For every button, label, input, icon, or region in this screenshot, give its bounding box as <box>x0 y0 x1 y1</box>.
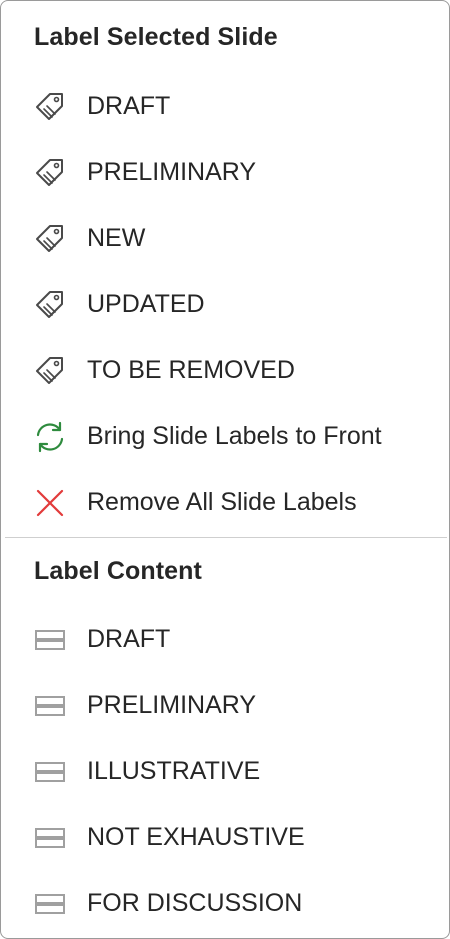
menu-item-label: PRELIMINARY <box>87 157 257 186</box>
content-label-icon <box>33 887 67 921</box>
menu-item-label: DRAFT <box>87 91 171 120</box>
close-icon <box>33 486 67 520</box>
content-label-icon <box>33 755 67 789</box>
menu-item-slide-draft[interactable]: DRAFT <box>5 76 445 136</box>
menu-item-content-not-exhaustive[interactable]: NOT EXHAUSTIVE <box>5 807 445 867</box>
menu-item-bring-labels-to-front[interactable]: Bring Slide Labels to Front <box>5 406 445 466</box>
menu-item-slide-updated[interactable]: UPDATED <box>5 274 445 334</box>
menu-item-slide-preliminary[interactable]: PRELIMINARY <box>5 142 445 202</box>
menu-item-content-for-discussion[interactable]: FOR DISCUSSION <box>5 873 445 933</box>
menu-item-label: TO BE REMOVED <box>87 355 295 384</box>
menu-item-label: Remove All Slide Labels <box>87 487 357 516</box>
menu-item-content-draft[interactable]: DRAFT <box>5 609 445 669</box>
section-divider <box>5 537 447 538</box>
menu-item-label: DRAFT <box>87 624 171 653</box>
menu-item-label: Bring Slide Labels to Front <box>87 421 382 450</box>
content-label-icon <box>33 689 67 723</box>
section-header-label-selected-slide: Label Selected Slide <box>34 23 278 51</box>
tag-icon <box>33 156 67 190</box>
menu-item-remove-all-labels[interactable]: Remove All Slide Labels <box>5 472 445 532</box>
content-label-icon <box>33 623 67 657</box>
menu-item-label: NEW <box>87 223 146 252</box>
menu-item-content-illustrative[interactable]: ILLUSTRATIVE <box>5 741 445 801</box>
menu-item-label: FOR DISCUSSION <box>87 888 303 917</box>
menu-item-label: NOT EXHAUSTIVE <box>87 822 305 851</box>
tag-icon <box>33 222 67 256</box>
menu-item-slide-to-be-removed[interactable]: TO BE REMOVED <box>5 340 445 400</box>
menu-item-slide-new[interactable]: NEW <box>5 208 445 268</box>
tag-icon <box>33 288 67 322</box>
menu-item-content-preliminary[interactable]: PRELIMINARY <box>5 675 445 735</box>
refresh-icon <box>33 420 67 454</box>
section-header-label-content: Label Content <box>34 557 202 585</box>
menu-item-label: ILLUSTRATIVE <box>87 756 261 785</box>
tag-icon <box>33 354 67 388</box>
menu-item-label: UPDATED <box>87 289 205 318</box>
label-menu: Label Selected Slide DRAFT PRELIMINARY N… <box>0 0 450 939</box>
menu-item-label: PRELIMINARY <box>87 690 257 719</box>
tag-icon <box>33 90 67 124</box>
content-label-icon <box>33 821 67 855</box>
